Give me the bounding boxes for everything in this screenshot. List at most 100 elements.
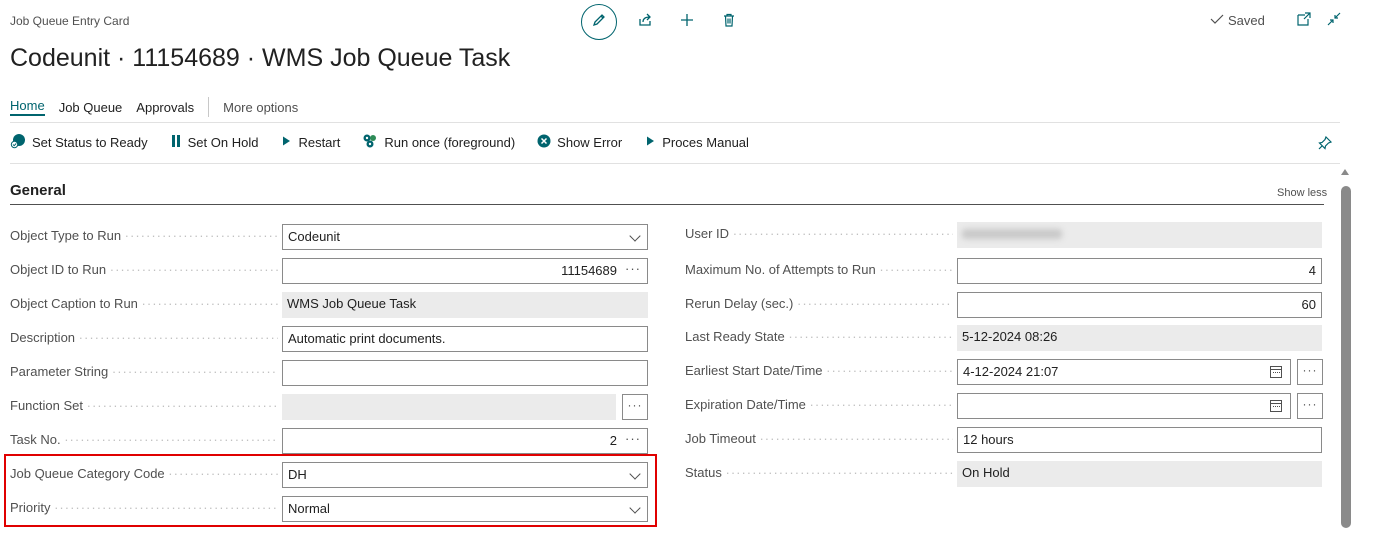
calendar-icon[interactable] (1270, 400, 1282, 412)
action-bar: Set Status to Ready Set On Hold Restart … (10, 131, 771, 153)
field-label: Task No. ·······························… (10, 432, 278, 447)
field-label: Description ····························… (10, 330, 278, 345)
saved-indicator: Saved (1210, 13, 1265, 28)
field-object-type: Object Type to Run ·····················… (10, 224, 650, 250)
status-value: On Hold (957, 461, 1322, 487)
proces-manual-label: Proces Manual (662, 134, 749, 150)
proces-manual-button[interactable]: Proces Manual (644, 135, 749, 150)
window-controls (1296, 11, 1342, 32)
collapse-icon[interactable] (1326, 11, 1342, 32)
set-status-ready-button[interactable]: Set Status to Ready (10, 133, 148, 152)
field-label: Last Ready State ·······················… (685, 329, 953, 344)
object-id-input[interactable]: 11154689 ··· (282, 258, 648, 284)
show-error-button[interactable]: Show Error (537, 134, 622, 151)
field-object-caption: Object Caption to Run ··················… (10, 292, 650, 318)
set-status-ready-label: Set Status to Ready (32, 134, 148, 150)
status-ready-icon (10, 133, 26, 152)
top-bar: Job Queue Entry Card Saved (0, 0, 1376, 44)
user-id-value (957, 222, 1322, 248)
expiration-more-button[interactable]: ··· (1297, 393, 1323, 419)
object-type-select[interactable]: Codeunit (282, 224, 648, 250)
run-once-button[interactable]: Run once (foreground) (362, 133, 515, 152)
last-ready-state-value: 5-12-2024 08:26 (957, 325, 1322, 351)
field-last-ready-state: Last Ready State ·······················… (685, 325, 1325, 351)
chevron-down-icon (629, 230, 641, 242)
tab-approvals[interactable]: Approvals (136, 100, 194, 115)
tab-separator (208, 97, 210, 117)
section-title-general: General (10, 182, 66, 199)
field-label: Status ·································… (685, 465, 953, 480)
show-less-link[interactable]: Show less (1277, 187, 1327, 199)
restart-label: Restart (298, 134, 341, 150)
lookup-ellipsis[interactable]: ··· (625, 261, 641, 276)
calendar-icon[interactable] (1270, 366, 1282, 378)
vertical-scrollbar[interactable] (1341, 186, 1351, 528)
field-label: Rerun Delay (sec.) ·····················… (685, 296, 953, 311)
open-new-window-icon[interactable] (1296, 11, 1312, 32)
task-no-input[interactable]: 2 ··· (282, 428, 648, 454)
highlight-box (4, 454, 657, 527)
edit-button[interactable] (581, 4, 617, 40)
field-label: Function Set ···························… (10, 398, 278, 413)
delete-button[interactable] (715, 8, 743, 36)
rerun-delay-input[interactable]: 60 (957, 292, 1322, 318)
field-expiration: Expiration Date/Time ···················… (685, 393, 1325, 419)
field-rerun-delay: Rerun Delay (sec.) ·····················… (685, 292, 1325, 318)
new-button[interactable] (673, 8, 701, 36)
tab-job-queue[interactable]: Job Queue (59, 100, 123, 115)
field-label: User ID ································… (685, 226, 953, 241)
field-object-id: Object ID to Run ·······················… (10, 258, 650, 284)
pencil-icon (591, 12, 607, 33)
field-label: Parameter String ·······················… (10, 364, 278, 379)
show-error-label: Show Error (557, 134, 623, 150)
field-status: Status ·································… (685, 461, 1325, 487)
tab-home[interactable]: Home (10, 98, 45, 116)
parameter-string-input[interactable] (282, 360, 648, 386)
pin-icon (1317, 135, 1333, 155)
object-caption-value: WMS Job Queue Task (282, 292, 648, 318)
field-label: Earliest Start Date/Time ···············… (685, 363, 953, 378)
field-label: Object Type to Run ·····················… (10, 228, 278, 243)
action-bar-divider (10, 163, 1340, 164)
field-user-id: User ID ································… (685, 222, 1325, 248)
plus-icon (679, 12, 695, 33)
play-icon (644, 135, 656, 150)
share-button[interactable] (631, 8, 659, 36)
tab-more-options[interactable]: More options (223, 100, 298, 115)
redacted-value (962, 229, 1062, 239)
function-set-lookup-button[interactable]: ··· (622, 394, 648, 420)
action-tabs: Home Job Queue Approvals More options (10, 96, 312, 118)
field-max-attempts: Maximum No. of Attempts to Run ·········… (685, 258, 1325, 284)
top-actions (581, 4, 743, 40)
expiration-input[interactable] (957, 393, 1291, 419)
description-input[interactable]: Automatic print documents. (282, 326, 648, 352)
error-icon (537, 134, 551, 151)
set-on-hold-button[interactable]: Set On Hold (170, 134, 258, 151)
function-set-value (282, 394, 616, 420)
pin-action-bar-button[interactable] (1317, 135, 1333, 156)
restart-button[interactable]: Restart (280, 135, 340, 150)
pause-icon (170, 134, 182, 151)
run-once-label: Run once (foreground) (384, 134, 516, 150)
field-function-set: Function Set ···························… (10, 394, 650, 420)
job-timeout-input[interactable]: 12 hours (957, 427, 1322, 453)
tabs-divider (10, 122, 1340, 123)
card-type-label: Job Queue Entry Card (10, 14, 130, 28)
max-attempts-input[interactable]: 4 (957, 258, 1322, 284)
earliest-start-more-button[interactable]: ··· (1297, 359, 1323, 385)
scroll-up-arrow[interactable] (1341, 169, 1349, 175)
play-icon (280, 135, 292, 150)
field-parameter-string: Parameter String ·······················… (10, 360, 650, 386)
earliest-start-input[interactable]: 4-12-2024 21:07 (957, 359, 1291, 385)
field-label: Job Timeout ····························… (685, 431, 953, 446)
field-label: Object ID to Run ·······················… (10, 262, 278, 277)
field-earliest-start: Earliest Start Date/Time ···············… (685, 359, 1325, 385)
field-label: Expiration Date/Time ···················… (685, 397, 953, 412)
saved-label: Saved (1228, 13, 1265, 28)
run-once-icon (362, 133, 378, 152)
field-task-no: Task No. ·······························… (10, 428, 650, 454)
lookup-ellipsis[interactable]: ··· (625, 431, 641, 446)
field-label: Object Caption to Run ··················… (10, 296, 278, 311)
share-icon (637, 12, 653, 33)
trash-icon (721, 12, 737, 33)
